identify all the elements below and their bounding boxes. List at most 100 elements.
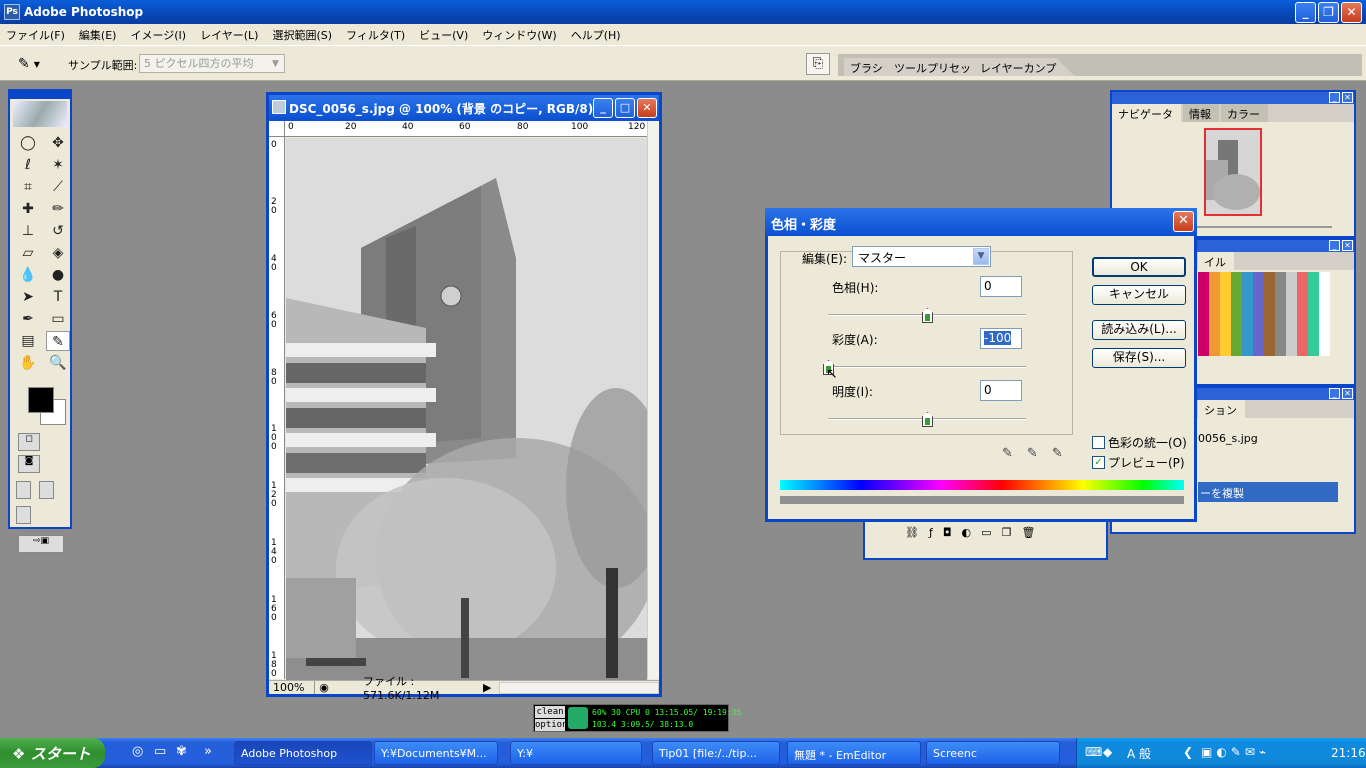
doc-maximize-button[interactable]: □ — [615, 98, 635, 118]
clock[interactable]: 21:16 — [1331, 746, 1366, 760]
menu-filter[interactable]: フィルタ(T) — [346, 27, 405, 43]
clone-stamp-tool-icon[interactable]: ⊥ — [16, 221, 40, 241]
navigator-palette-header[interactable]: _ ✕ — [1112, 92, 1354, 104]
menu-edit[interactable]: 編集(E) — [79, 27, 117, 43]
healing-brush-tool-icon[interactable]: ✚ — [16, 199, 40, 219]
adjustment-layer-icon[interactable]: ◐ — [962, 526, 972, 539]
minimize-button[interactable]: _ — [1295, 2, 1316, 23]
restore-button[interactable]: ❐ — [1318, 2, 1339, 23]
pen-tool-icon[interactable]: ✒ — [16, 309, 40, 329]
vertical-ruler[interactable]: 0 2 0 4 0 6 0 8 0 1 0 0 1 2 0 1 4 0 1 6 … — [269, 137, 285, 679]
close-button[interactable]: ✕ — [1341, 2, 1362, 23]
quicklaunch-ie-icon[interactable]: ◎ — [132, 744, 143, 759]
link-layers-icon[interactable]: ⛓ — [905, 526, 919, 539]
new-layer-icon[interactable]: ❐ — [1002, 526, 1012, 539]
tray-chevron-icon[interactable]: ❮ — [1183, 745, 1193, 759]
ok-button[interactable]: OK — [1092, 257, 1186, 277]
doc-minimize-button[interactable]: _ — [593, 98, 613, 118]
paint-bucket-tool-icon[interactable]: ◈ — [46, 243, 70, 263]
ime-indicator[interactable]: A 般 — [1127, 745, 1151, 762]
standard-mode-icon[interactable]: ◻ — [18, 433, 40, 451]
move-tool-icon[interactable]: ✥ — [46, 133, 70, 153]
cancel-button[interactable]: キャンセル — [1092, 285, 1186, 305]
feather-logo[interactable] — [13, 101, 67, 127]
toolbox-header[interactable] — [10, 91, 70, 99]
task-drive-y[interactable]: Y:¥ — [510, 741, 642, 765]
quicklaunch-app-icon[interactable]: ✾ — [176, 744, 187, 759]
edit-range-select[interactable]: マスター ▼ — [852, 246, 991, 267]
shape-tool-icon[interactable]: ▭ — [46, 309, 70, 329]
task-photoshop[interactable]: Adobe Photoshop — [234, 741, 372, 765]
foreground-color[interactable] — [28, 387, 54, 413]
quick-mask-icon[interactable]: ◙ — [18, 455, 40, 473]
tab-history[interactable]: ション — [1198, 400, 1245, 418]
marquee-tool-icon[interactable]: ◯ — [16, 133, 40, 153]
type-tool-icon[interactable]: T — [46, 287, 70, 307]
document-horizontal-scrollbar[interactable] — [499, 681, 659, 694]
eyedropper-tool-icon[interactable]: ✎ — [46, 331, 70, 351]
dodge-tool-icon[interactable]: ● — [46, 265, 70, 285]
colorize-checkbox[interactable]: 色彩の統一(O) — [1092, 434, 1187, 451]
task-screencap[interactable]: Screenc — [926, 741, 1060, 765]
canvas-image[interactable] — [286, 138, 647, 680]
history-brush-tool-icon[interactable]: ↺ — [46, 221, 70, 241]
menu-file[interactable]: ファイル(F) — [6, 27, 65, 43]
zoom-tool-icon[interactable]: 🔍 — [46, 353, 70, 373]
task-tip01-browser[interactable]: Tip01 [file:/../tip... — [652, 741, 780, 765]
quicklaunch-more-icon[interactable]: » — [204, 744, 212, 759]
history-state-selected[interactable]: ーを複製 — [1198, 482, 1338, 502]
crop-tool-icon[interactable]: ⌗ — [16, 177, 40, 197]
task-emeditor[interactable]: 無題 * - EmEditor — [787, 741, 921, 765]
blur-tool-icon[interactable]: 💧 — [16, 265, 40, 285]
menu-select[interactable]: 選択範囲(S) — [272, 27, 332, 43]
navigator-thumbnail[interactable] — [1204, 128, 1262, 216]
layer-style-icon[interactable]: ƒ — [929, 526, 933, 539]
palette-minimize-icon[interactable]: _ — [1329, 92, 1340, 103]
doc-close-button[interactable]: ✕ — [637, 98, 657, 118]
history-snapshot[interactable]: 0056_s.jpg — [1198, 432, 1258, 445]
preview-checkbox-box[interactable]: ✓ — [1092, 456, 1105, 469]
palette-close-icon[interactable]: ✕ — [1342, 92, 1353, 103]
screen-mode-standard-icon[interactable] — [16, 481, 31, 499]
zoom-level[interactable]: 100% — [269, 681, 315, 694]
status-menu-arrow-icon[interactable]: ▶ — [483, 681, 499, 694]
lightness-input[interactable]: 0 — [980, 380, 1022, 401]
start-button[interactable]: ❖ スタート — [0, 738, 105, 768]
jump-to-imageready-icon[interactable]: ⇨▣ — [18, 535, 64, 553]
eyedropper-icon[interactable]: ✎ — [1002, 446, 1013, 461]
saturation-input[interactable]: -100 — [980, 328, 1022, 349]
load-button[interactable]: 読み込み(L)... — [1092, 320, 1186, 340]
tray-app-icon[interactable]: ◆ — [1103, 745, 1112, 759]
save-button[interactable]: 保存(S)... — [1092, 348, 1186, 368]
brush-tool-icon[interactable]: ✏ — [46, 199, 70, 219]
option-button[interactable]: option — [535, 719, 568, 731]
magic-wand-tool-icon[interactable]: ✶ — [46, 155, 70, 175]
task-documents-folder[interactable]: Y:¥Documents¥M... — [374, 741, 498, 765]
eyedropper-plus-icon[interactable]: ✎ — [1027, 446, 1038, 461]
menu-view[interactable]: ビュー(V) — [419, 27, 468, 43]
hand-tool-icon[interactable]: ✋ — [16, 353, 40, 373]
slice-tool-icon[interactable]: ⟋ — [46, 177, 70, 197]
tab-color[interactable]: カラー — [1221, 104, 1268, 122]
eraser-tool-icon[interactable]: ▱ — [16, 243, 40, 263]
screen-mode-full-icon[interactable] — [16, 506, 31, 524]
lasso-tool-icon[interactable]: ℓ — [16, 155, 40, 175]
preview-checkbox[interactable]: ✓ プレビュー(P) — [1092, 454, 1185, 471]
path-selection-tool-icon[interactable]: ➤ — [16, 287, 40, 307]
palette-minimize-icon[interactable]: _ — [1329, 388, 1340, 399]
tab-navigator[interactable]: ナビゲータ — [1112, 104, 1181, 122]
tab-info[interactable]: 情報 — [1183, 104, 1219, 122]
swatch-grid[interactable] — [1198, 272, 1330, 356]
menu-image[interactable]: イメージ(I) — [130, 27, 186, 43]
eyedropper-minus-icon[interactable]: ✎ — [1052, 446, 1063, 461]
notes-tool-icon[interactable]: ▤ — [16, 331, 40, 351]
quicklaunch-desktop-icon[interactable]: ▭ — [154, 744, 166, 759]
document-titlebar[interactable]: DSC_0056_s.jpg @ 100% (背景 のコピー, RGB/8) _… — [269, 95, 659, 121]
hue-input[interactable]: 0 — [980, 276, 1022, 297]
palette-close-icon[interactable]: ✕ — [1342, 388, 1353, 399]
layer-mask-icon[interactable]: ◘ — [943, 526, 952, 539]
saturation-slider[interactable] — [828, 366, 1026, 368]
menu-window[interactable]: ウィンドウ(W) — [482, 27, 556, 43]
screen-mode-full-menu-icon[interactable] — [38, 481, 54, 499]
palette-well-toggle-icon[interactable]: ⎘ — [806, 53, 830, 75]
